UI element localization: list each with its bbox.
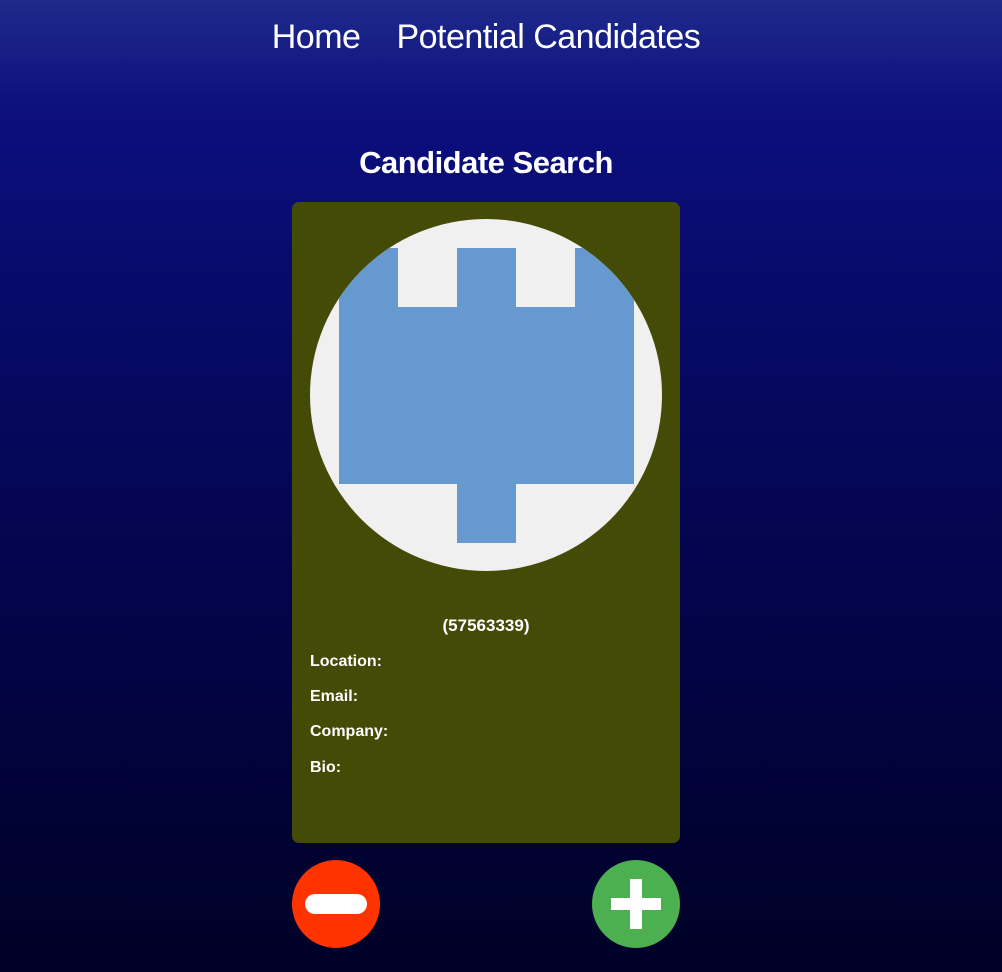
nav-potential-candidates-link[interactable]: Potential Candidates bbox=[396, 18, 700, 57]
minus-icon bbox=[305, 894, 367, 914]
top-nav: Home Potential Candidates bbox=[0, 18, 972, 57]
candidate-login: (57563339) bbox=[442, 616, 530, 635]
reject-candidate-button[interactable] bbox=[292, 860, 380, 948]
candidate-avatar bbox=[310, 219, 662, 571]
save-candidate-button[interactable] bbox=[592, 860, 680, 948]
nav-home-link[interactable]: Home bbox=[272, 18, 361, 57]
candidate-bio: Bio: bbox=[310, 759, 342, 776]
page-title: Candidate Search bbox=[359, 145, 613, 180]
identicon-avatar-icon bbox=[310, 219, 662, 571]
candidate-location: Location: bbox=[310, 653, 382, 670]
candidate-card: (57563339) Location: Email: Company: Bio… bbox=[292, 202, 680, 843]
candidate-company: Company: bbox=[310, 723, 389, 740]
candidate-email: Email: bbox=[310, 688, 359, 705]
